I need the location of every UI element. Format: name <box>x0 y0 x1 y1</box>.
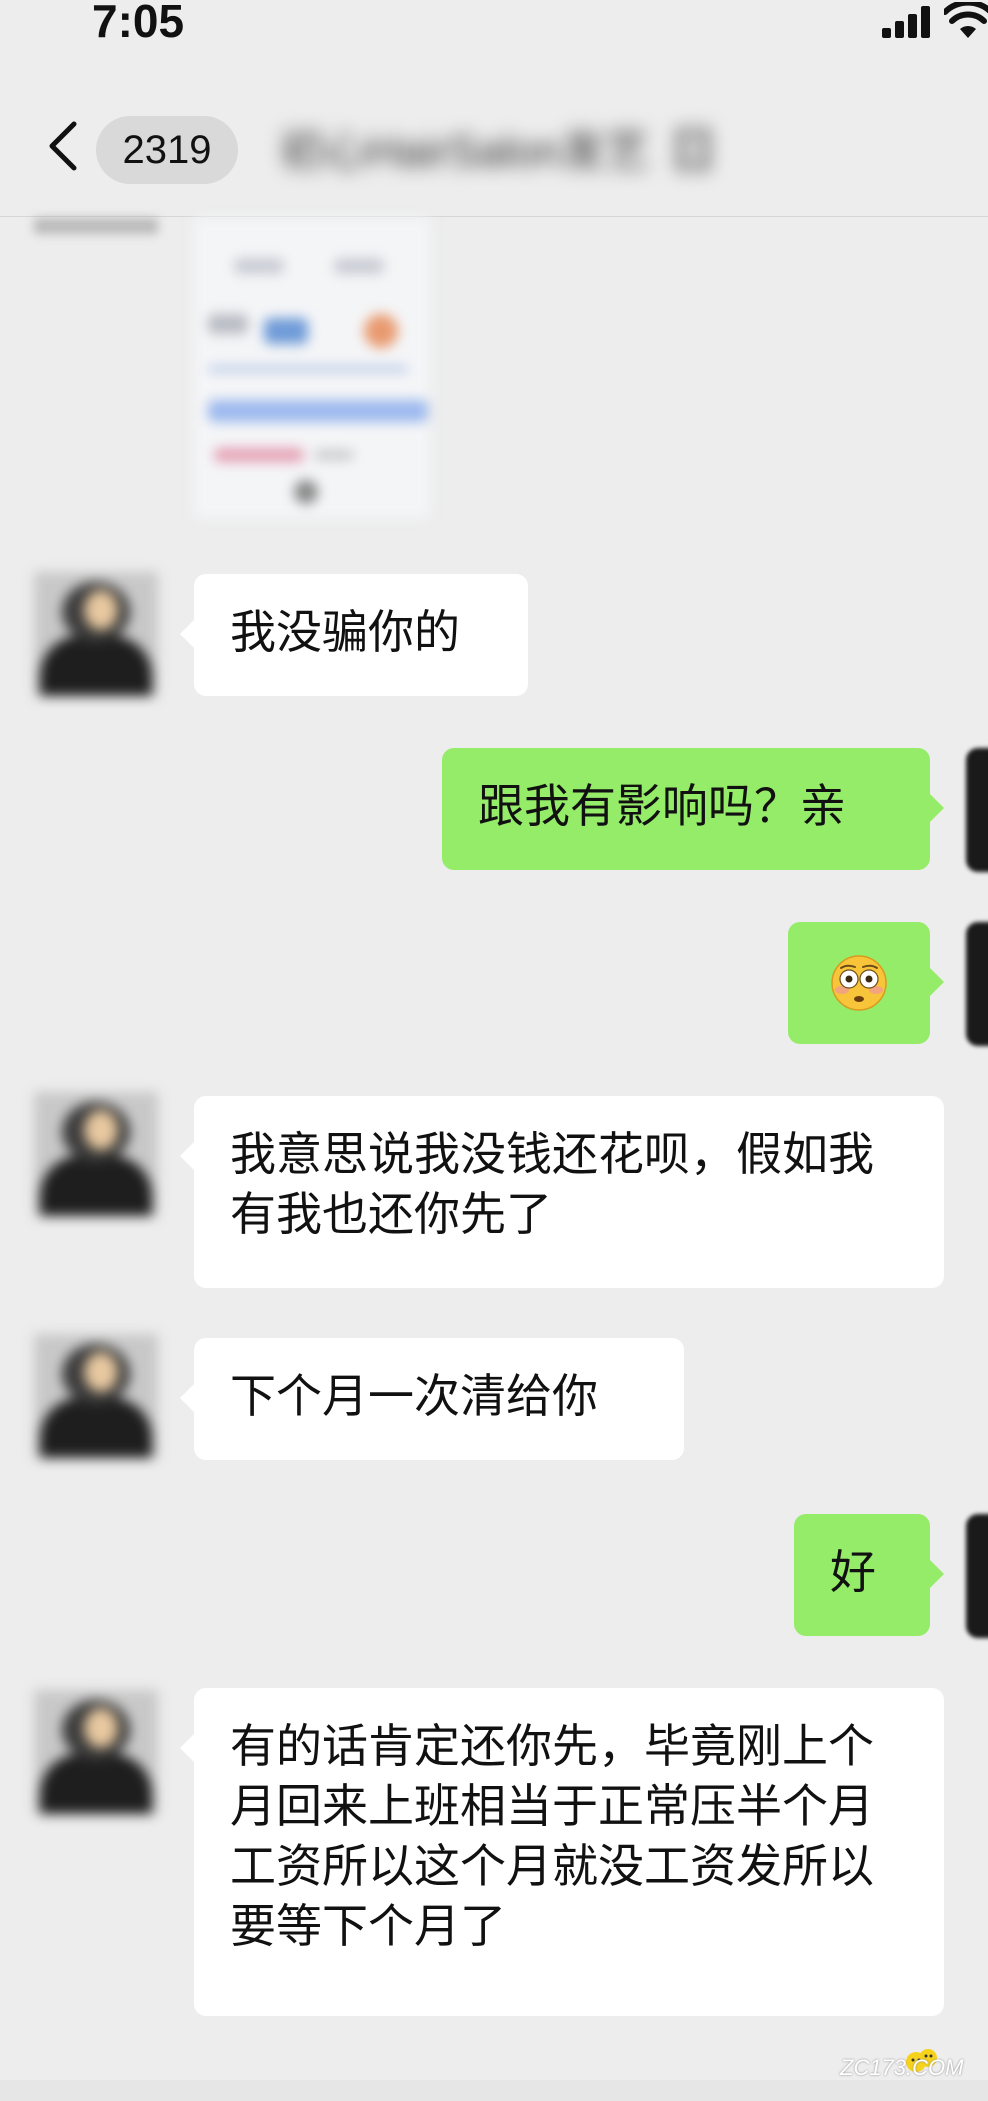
input-bar-edge <box>0 2080 988 2101</box>
message-text: 好 <box>830 1545 876 1599</box>
contact-avatar[interactable] <box>34 1334 158 1458</box>
my-avatar[interactable] <box>966 748 988 872</box>
message-text: 我意思说我没钱还花呗，假如我有我也还你先了 <box>230 1127 874 1241</box>
unread-count-badge[interactable]: 2319 <box>96 116 238 184</box>
status-time: 7:05 <box>92 0 185 47</box>
chat-title: 初心HairSalon发艺【】 <box>280 127 738 176</box>
flushed-face-icon <box>831 955 887 1011</box>
my-avatar[interactable] <box>966 922 988 1046</box>
outgoing-message: 跟我有影响吗？亲 <box>442 748 944 870</box>
outgoing-message: 好 <box>794 1514 944 1636</box>
incoming-message: 我意思说我没钱还花呗，假如我有我也还你先了 <box>180 1096 944 1288</box>
contact-avatar[interactable] <box>34 1092 158 1216</box>
chat-header: 2319 初心HairSalon发艺【】 <box>0 60 988 217</box>
cellular-signal-icon <box>882 6 930 38</box>
status-bar: 7:05 <box>0 0 988 60</box>
outgoing-emoji-message <box>788 922 944 1044</box>
contact-avatar[interactable] <box>34 572 158 696</box>
message-text: 跟我有影响吗？亲 <box>478 779 846 833</box>
message-text: 我没骗你的 <box>230 605 460 659</box>
message-text: 下个月一次清给你 <box>230 1369 598 1423</box>
incoming-message: 我没骗你的 <box>180 574 528 696</box>
avatar-fragment <box>34 218 158 234</box>
wifi-icon <box>944 2 988 38</box>
back-chevron-icon[interactable] <box>46 120 80 172</box>
message-image[interactable] <box>194 218 430 518</box>
contact-avatar[interactable] <box>34 1690 158 1814</box>
my-avatar[interactable] <box>966 1514 988 1638</box>
incoming-message: 有的话肯定还你先，毕竟刚上个月回来上班相当于正常压半个月工资所以这个月就没工资发… <box>180 1688 944 2016</box>
message-text: 有的话肯定还你先，毕竟刚上个月回来上班相当于正常压半个月工资所以这个月就没工资发… <box>230 1719 874 1953</box>
incoming-message: 下个月一次清给你 <box>180 1338 684 1460</box>
watermark-text: ZC173.COM <box>840 2055 964 2080</box>
